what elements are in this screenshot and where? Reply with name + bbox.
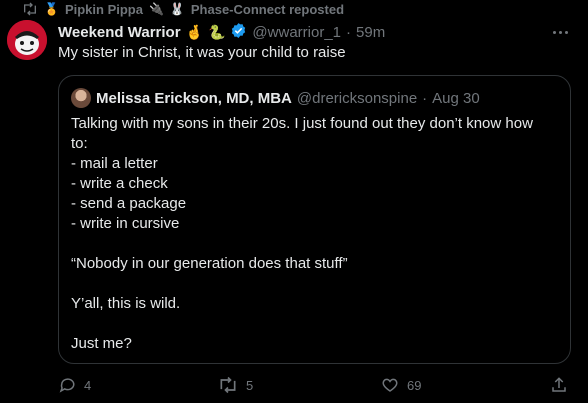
plug-badge-icon: 🔌 [148, 2, 164, 16]
quoted-text-line: - mail a letter [71, 155, 158, 172]
repost-icon [22, 2, 38, 16]
snake-emoji: 🐍 [207, 24, 226, 40]
quoted-text-line: - write in cursive [71, 215, 180, 232]
tweet-timestamp[interactable]: 59m [356, 24, 385, 41]
quoted-text-line: Y’all, this is wild. [71, 295, 181, 312]
quoted-author-handle: @drericksonspine [296, 89, 418, 107]
quoted-text-line [71, 314, 551, 334]
author-handle[interactable]: @wwarrior_1 [252, 24, 341, 41]
quoted-text-line: to: [71, 135, 88, 152]
tweet-text: My sister in Christ, it was your child t… [58, 44, 346, 61]
author-name[interactable]: Weekend Warrior [58, 24, 181, 41]
quoted-text-line: Talking with my sons in their 20s. I jus… [71, 115, 533, 132]
medal-badge-icon: 🏅 [44, 2, 59, 16]
author-avatar[interactable] [7, 20, 47, 60]
quoted-separator-dot: · [422, 89, 428, 107]
separator-dot: · [346, 24, 352, 41]
repost-count: 5 [246, 377, 254, 393]
tweet-action-bar: 4 5 69 [58, 376, 573, 398]
repost-action-icon [218, 376, 238, 394]
reply-icon [58, 376, 76, 394]
reposter-name-link-2[interactable]: Phase-Connect reposted [191, 2, 344, 17]
quoted-text-line: - write a check [71, 175, 168, 192]
share-icon [550, 376, 568, 394]
repost-button[interactable]: 5 [218, 376, 253, 394]
quoted-tweet-date: Aug 30 [432, 89, 480, 107]
heart-icon [381, 376, 399, 394]
reply-button[interactable]: 4 [58, 376, 91, 394]
quoted-text-line [71, 274, 551, 294]
fingers-crossed-emoji: 🤞 [185, 24, 203, 40]
reply-count: 4 [84, 377, 92, 393]
rabbit-badge-icon: 🐰 [169, 2, 185, 16]
quoted-author-avatar [71, 88, 91, 108]
quoted-tweet[interactable]: Melissa Erickson, MD, MBA @drericksonspi… [58, 75, 571, 364]
more-options-icon[interactable] [548, 24, 572, 40]
quoted-text-line [71, 234, 551, 254]
like-button[interactable]: 69 [381, 376, 421, 394]
quoted-text-line: Just me? [71, 335, 132, 352]
share-button[interactable] [550, 376, 568, 394]
quoted-author-name: Melissa Erickson, MD, MBA [96, 89, 292, 107]
reposter-name-link[interactable]: Pipkin Pippa [65, 2, 143, 17]
quoted-tweet-text: Talking with my sons in their 20s. I jus… [71, 114, 551, 354]
quoted-tweet-header: Melissa Erickson, MD, MBA @drericksonspi… [71, 88, 480, 108]
quoted-text-line: “Nobody in our generation does that stuf… [71, 255, 348, 272]
repost-header: 🏅 Pipkin Pippa 🔌 🐰 Phase-Connect reposte… [22, 0, 344, 18]
like-count: 69 [407, 377, 422, 393]
quoted-text-line: - send a package [71, 195, 187, 212]
verified-badge-icon [230, 22, 247, 43]
tweet-header: Weekend Warrior 🤞 🐍 @wwarrior_1 · 59m [58, 22, 385, 43]
